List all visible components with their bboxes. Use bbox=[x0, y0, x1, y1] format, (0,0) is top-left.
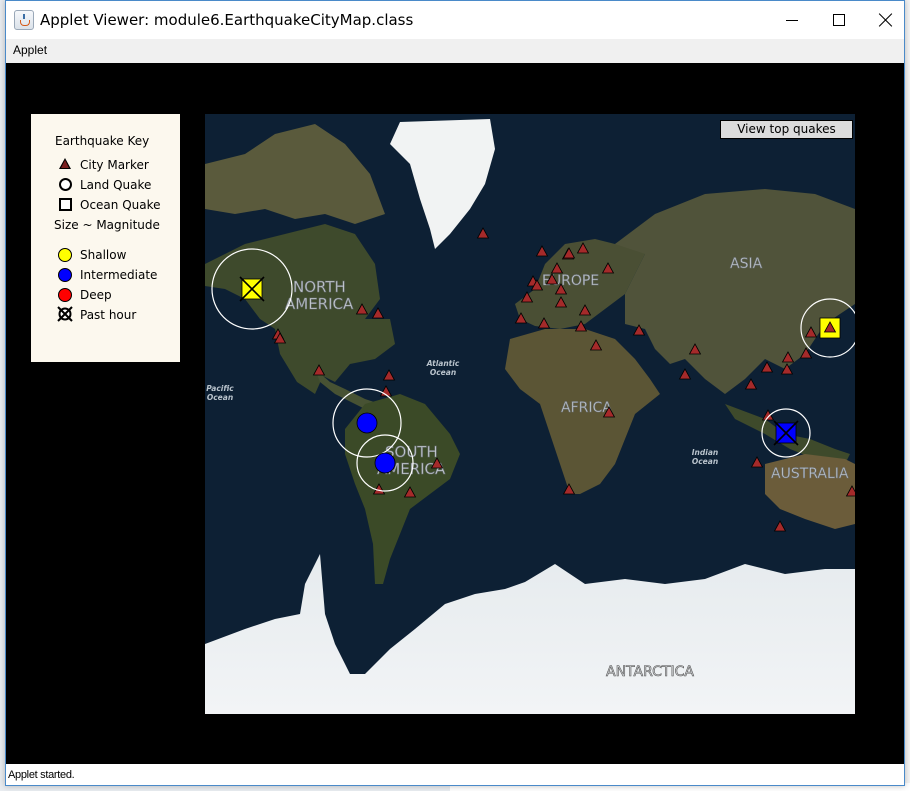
close-button[interactable] bbox=[863, 1, 909, 39]
background-window-edge bbox=[905, 0, 910, 791]
city-marker[interactable] bbox=[589, 339, 603, 351]
legend-land-quake: Land Quake bbox=[80, 178, 152, 192]
shallow-dot-icon bbox=[58, 248, 72, 262]
legend-city-marker: City Marker bbox=[80, 158, 149, 172]
city-marker[interactable] bbox=[514, 312, 528, 324]
city-marker[interactable] bbox=[804, 326, 818, 338]
menu-bar: Applet bbox=[6, 39, 904, 63]
city-marker[interactable] bbox=[382, 369, 396, 381]
city-marker[interactable] bbox=[678, 368, 692, 380]
city-marker[interactable] bbox=[750, 456, 764, 468]
city-marker[interactable] bbox=[578, 304, 592, 316]
minimize-icon bbox=[786, 19, 798, 21]
deep-dot-icon bbox=[58, 288, 72, 302]
land-quake-circle bbox=[356, 412, 378, 434]
quake-marker-peru-south[interactable] bbox=[356, 434, 414, 492]
window-title: Applet Viewer: module6.EarthquakeCityMap… bbox=[40, 11, 414, 29]
legend-size-note: Size ~ Magnitude bbox=[54, 218, 160, 232]
city-marker[interactable] bbox=[688, 343, 702, 355]
legend-shallow: Shallow bbox=[80, 248, 127, 262]
x-circle-icon bbox=[57, 306, 73, 322]
legend-intermediate: Intermediate bbox=[80, 268, 158, 282]
city-marker[interactable] bbox=[403, 486, 417, 498]
city-marker[interactable] bbox=[760, 361, 774, 373]
city-marker[interactable] bbox=[780, 363, 794, 375]
world-map[interactable]: NORTH AMERICA SOUTH AMERICA EUROPE ASIA … bbox=[205, 114, 855, 714]
city-marker[interactable] bbox=[601, 262, 615, 274]
close-icon bbox=[879, 13, 893, 27]
city-marker[interactable] bbox=[632, 324, 646, 336]
menu-applet[interactable]: Applet bbox=[13, 43, 47, 57]
city-marker[interactable] bbox=[371, 307, 385, 319]
city-marker[interactable] bbox=[535, 245, 549, 257]
city-marker[interactable] bbox=[761, 409, 775, 421]
city-marker[interactable] bbox=[744, 378, 758, 390]
city-marker[interactable] bbox=[550, 262, 564, 274]
city-marker[interactable] bbox=[520, 291, 534, 303]
view-top-quakes-button[interactable]: View top quakes bbox=[720, 120, 853, 139]
city-marker[interactable] bbox=[545, 273, 559, 285]
city-marker[interactable] bbox=[430, 457, 444, 469]
earthquake-key: Earthquake Key City Marker Land Quake Oc… bbox=[31, 114, 180, 362]
city-marker[interactable] bbox=[773, 520, 787, 532]
maximize-button[interactable] bbox=[816, 1, 862, 39]
minimize-button[interactable] bbox=[769, 1, 815, 39]
city-marker[interactable] bbox=[845, 485, 856, 497]
legend-ocean-quake: Ocean Quake bbox=[80, 198, 161, 212]
status-bar: Applet started. bbox=[6, 764, 904, 785]
city-marker[interactable] bbox=[537, 317, 551, 329]
city-marker[interactable] bbox=[562, 483, 576, 495]
legend-deep: Deep bbox=[80, 288, 112, 302]
city-marker[interactable] bbox=[476, 227, 490, 239]
land-quake-circle bbox=[374, 452, 396, 474]
city-marker[interactable] bbox=[562, 247, 576, 259]
city-marker[interactable] bbox=[554, 296, 568, 308]
legend-title: Earthquake Key bbox=[55, 134, 150, 148]
quake-marker-pacific-nw[interactable] bbox=[211, 248, 293, 330]
title-bar[interactable]: Applet Viewer: module6.EarthquakeCityMap… bbox=[6, 1, 904, 39]
applet-canvas[interactable]: Earthquake Key City Marker Land Quake Oc… bbox=[6, 63, 904, 764]
city-marker[interactable] bbox=[602, 406, 616, 418]
triangle-icon bbox=[59, 158, 71, 169]
city-marker[interactable] bbox=[312, 364, 326, 376]
java-icon bbox=[14, 10, 34, 30]
legend-past-hour: Past hour bbox=[80, 308, 137, 322]
city-marker[interactable] bbox=[781, 351, 795, 363]
circle-icon bbox=[59, 178, 72, 191]
square-icon bbox=[59, 198, 72, 211]
applet-viewer-window: Applet Viewer: module6.EarthquakeCityMap… bbox=[5, 0, 905, 786]
city-marker[interactable] bbox=[576, 242, 590, 254]
maximize-icon bbox=[833, 14, 845, 26]
city-marker[interactable] bbox=[355, 303, 369, 315]
map-markers bbox=[211, 227, 856, 532]
quake-marker-peru-north[interactable] bbox=[332, 388, 402, 458]
city-marker[interactable] bbox=[554, 283, 568, 295]
status-text: Applet started. bbox=[8, 769, 75, 781]
city-marker[interactable] bbox=[574, 320, 588, 332]
quake-marker-indonesia[interactable] bbox=[761, 408, 811, 458]
intermediate-dot-icon bbox=[58, 268, 72, 282]
